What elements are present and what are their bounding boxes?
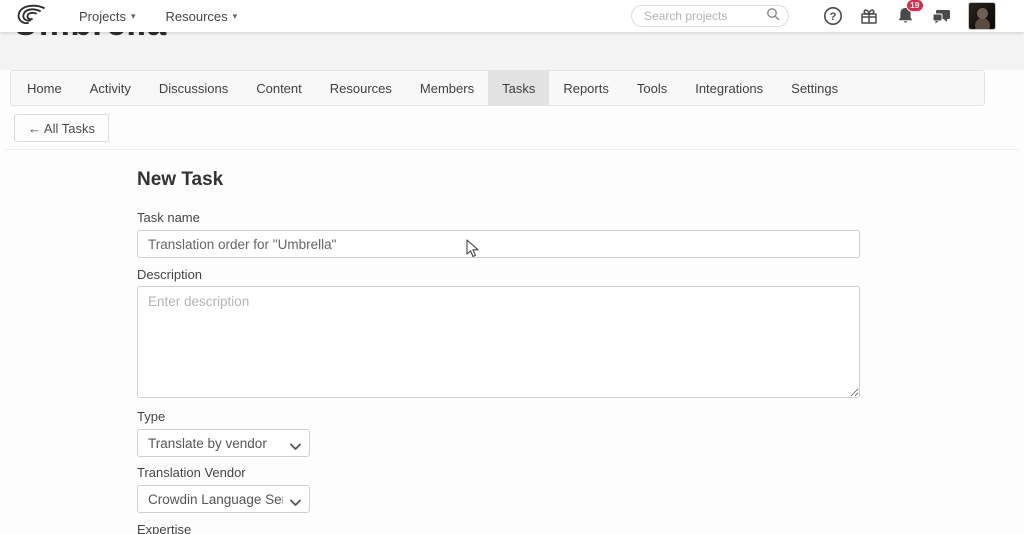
crowdin-swirl-logo[interactable] <box>13 3 49 29</box>
task-name-input[interactable] <box>137 230 860 258</box>
menu-projects[interactable]: Projects ▾ <box>79 9 136 24</box>
header-right-cluster: ? 19 <box>631 0 996 30</box>
chevron-down-icon: ▾ <box>232 10 238 21</box>
vendor-select-value: Crowdin Language Service <box>148 491 283 507</box>
tab-members[interactable]: Members <box>406 71 488 105</box>
type-select[interactable]: Translate by vendor <box>137 429 310 457</box>
tab-reports[interactable]: Reports <box>549 71 623 105</box>
menu-resources[interactable]: Resources ▾ <box>166 9 238 24</box>
section-divider <box>5 149 1019 150</box>
notifications-bell-icon[interactable]: 19 <box>894 0 924 27</box>
type-label: Type <box>137 409 166 424</box>
search-icon[interactable] <box>766 7 780 26</box>
tab-discussions[interactable]: Discussions <box>145 71 242 105</box>
description-label: Description <box>137 267 203 282</box>
form-title: New Task <box>137 169 224 190</box>
vendor-label: Translation Vendor <box>137 465 246 480</box>
chevron-down-icon <box>290 439 301 454</box>
type-select-value: Translate by vendor <box>148 435 267 451</box>
top-header: Projects ▾ Resources ▾ ? 19 <box>0 0 1024 32</box>
task-name-label: Task name <box>137 210 200 225</box>
tab-tasks[interactable]: Tasks <box>488 71 550 105</box>
messages-icon[interactable] <box>930 5 952 27</box>
gift-icon[interactable] <box>858 5 880 27</box>
chevron-down-icon: ▾ <box>130 10 136 21</box>
menu-resources-label: Resources <box>165 8 228 24</box>
expertise-label: Expertise <box>137 522 192 534</box>
tab-tools[interactable]: Tools <box>623 71 681 105</box>
user-avatar[interactable] <box>968 2 996 30</box>
vendor-select[interactable]: Crowdin Language Service <box>137 485 310 513</box>
notification-badge: 19 <box>905 0 924 13</box>
help-icon[interactable]: ? <box>822 5 844 27</box>
search-box[interactable] <box>631 5 789 27</box>
tab-settings[interactable]: Settings <box>777 71 852 105</box>
menu-projects-label: Projects <box>79 8 126 24</box>
description-textarea[interactable] <box>137 286 860 398</box>
tab-resources[interactable]: Resources <box>316 71 406 105</box>
tab-content[interactable]: Content <box>242 71 316 105</box>
project-tabbar: Home Activity Discussions Content Resour… <box>10 70 985 106</box>
all-tasks-back-button[interactable]: ← All Tasks <box>14 114 109 142</box>
tab-integrations[interactable]: Integrations <box>681 71 777 105</box>
search-input[interactable] <box>644 9 766 23</box>
tab-home[interactable]: Home <box>11 71 76 105</box>
tab-activity[interactable]: Activity <box>76 71 145 105</box>
chevron-down-icon <box>290 495 301 510</box>
svg-text:?: ? <box>830 11 837 23</box>
